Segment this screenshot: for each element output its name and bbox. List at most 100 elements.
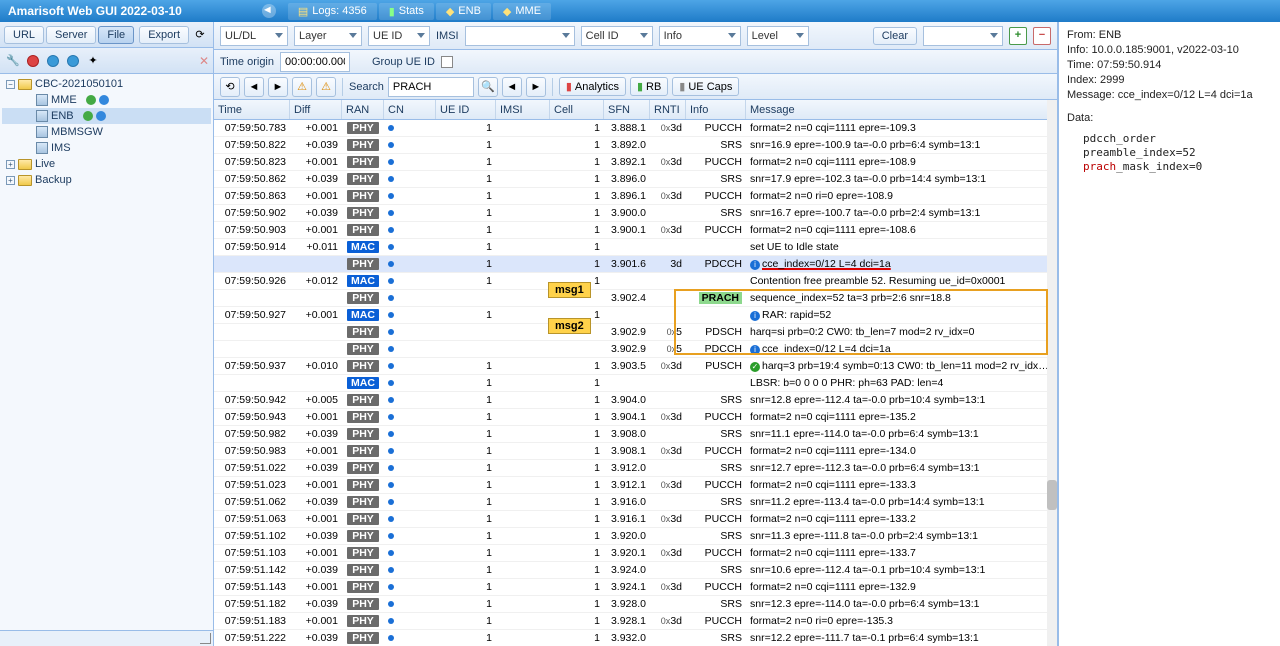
table-row[interactable]: 07:59:50.903+0.001PHY113.900.10x3dPUCCHf… <box>214 222 1057 239</box>
table-row[interactable]: 07:59:51.182+0.039PHY113.928.0SRSsnr=12.… <box>214 596 1057 613</box>
spark-icon[interactable]: ✦ <box>84 52 102 70</box>
warn2-icon[interactable]: ⚠ <box>316 77 336 97</box>
left-scrollbar[interactable] <box>0 630 213 646</box>
tab-url[interactable]: URL <box>4 26 44 44</box>
col-time[interactable]: Time <box>214 100 290 119</box>
detail-info: Info: 10.0.0.185:9001, v2022-03-10 <box>1067 43 1272 58</box>
center-panel: UL/DL Layer UE ID IMSI Cell ID Info Leve… <box>214 22 1058 646</box>
table-row[interactable]: 07:59:50.982+0.039PHY113.908.0SRSsnr=11.… <box>214 426 1057 443</box>
table-row[interactable]: 07:59:51.022+0.039PHY113.912.0SRSsnr=12.… <box>214 460 1057 477</box>
uecaps-button[interactable]: ▮UE Caps <box>672 77 739 96</box>
col-cn[interactable]: CN <box>384 100 436 119</box>
table-row[interactable]: 07:59:51.023+0.001PHY113.912.10x3dPUCCHf… <box>214 477 1057 494</box>
stop-icon[interactable] <box>24 52 42 70</box>
table-row[interactable]: MAC11LBSR: b=0 0 0 0 PHR: ph=63 PAD: len… <box>214 375 1057 392</box>
next-icon[interactable]: ► <box>268 77 288 97</box>
refresh-icon[interactable]: ⟳ <box>191 26 209 44</box>
detail-message: Message: cce_index=0/12 L=4 dci=1a <box>1067 88 1272 103</box>
table-row[interactable]: 07:59:50.983+0.001PHY113.908.10x3dPUCCHf… <box>214 443 1057 460</box>
export-button[interactable]: Export <box>139 26 189 44</box>
tab-stats[interactable]: ▮Stats <box>379 3 434 20</box>
tree-enb[interactable]: ENB <box>2 108 211 124</box>
table-row[interactable]: 07:59:50.927+0.001MAC11iRAR: rapid=52 <box>214 307 1057 324</box>
close-icon[interactable]: ✕ <box>199 54 209 68</box>
filter-imsi[interactable] <box>465 26 575 46</box>
table-row[interactable]: 07:59:50.926+0.012MAC11Contention free p… <box>214 273 1057 290</box>
filter-row-2: Time origin Group UE ID <box>214 50 1057 74</box>
tab-file[interactable]: File <box>98 26 134 44</box>
col-diff[interactable]: Diff <box>290 100 342 119</box>
group-ueid-checkbox[interactable] <box>441 56 453 68</box>
first-icon[interactable]: ⟲ <box>220 77 240 97</box>
table-row[interactable]: 07:59:50.822+0.039PHY113.892.0SRSsnr=16.… <box>214 137 1057 154</box>
table-row[interactable]: 07:59:50.937+0.010PHY113.903.50x3dPUSCH✓… <box>214 358 1057 375</box>
table-row[interactable]: 07:59:50.914+0.011MAC11set UE to Idle st… <box>214 239 1057 256</box>
table-row[interactable]: PHY3.902.90x5PDCCHicce_index=0/12 L=4 dc… <box>214 341 1057 358</box>
rb-button[interactable]: ▮RB <box>630 77 668 96</box>
table-row[interactable]: 07:59:51.062+0.039PHY113.916.0SRSsnr=11.… <box>214 494 1057 511</box>
col-cell[interactable]: Cell <box>550 100 604 119</box>
grid-body: 07:59:50.783+0.001PHY113.888.10x3dPUCCHf… <box>214 120 1057 646</box>
table-row[interactable]: 07:59:51.222+0.039PHY113.932.0SRSsnr=12.… <box>214 630 1057 646</box>
play-icon[interactable] <box>64 52 82 70</box>
table-row[interactable]: 07:59:51.183+0.001PHY113.928.10x3dPUCCHf… <box>214 613 1057 630</box>
tree-live[interactable]: +Live <box>2 156 211 172</box>
filter-info[interactable]: Info <box>659 26 741 46</box>
table-row[interactable]: 07:59:50.942+0.005PHY113.904.0SRSsnr=12.… <box>214 392 1057 409</box>
filter-layer[interactable]: Layer <box>294 26 362 46</box>
col-imsi[interactable]: IMSI <box>496 100 550 119</box>
table-row[interactable]: 07:59:51.063+0.001PHY113.916.10x3dPUCCHf… <box>214 511 1057 528</box>
table-row[interactable]: 07:59:50.823+0.001PHY113.892.10x3dPUCCHf… <box>214 154 1057 171</box>
analytics-button[interactable]: ▮Analytics <box>559 77 626 96</box>
detail-data-label: Data: <box>1067 111 1272 126</box>
table-row[interactable]: 07:59:50.783+0.001PHY113.888.10x3dPUCCHf… <box>214 120 1057 137</box>
table-row[interactable]: 07:59:51.102+0.039PHY113.920.0SRSsnr=11.… <box>214 528 1057 545</box>
tree-ims[interactable]: IMS <box>2 140 211 156</box>
wrench-icon[interactable]: 🔧 <box>4 52 22 70</box>
col-ran[interactable]: RAN <box>342 100 384 119</box>
scroll-thumb[interactable] <box>1047 480 1057 510</box>
clear-button[interactable]: Clear <box>873 27 917 45</box>
tab-logs[interactable]: ▤Logs: 4356 <box>288 3 377 20</box>
tree-mbmsgw[interactable]: MBMSGW <box>2 124 211 140</box>
table-row[interactable]: 07:59:50.902+0.039PHY113.900.0SRSsnr=16.… <box>214 205 1057 222</box>
col-info[interactable]: Info <box>686 100 746 119</box>
remove-filter-button[interactable]: − <box>1033 27 1051 45</box>
table-row[interactable]: 07:59:51.143+0.001PHY113.924.10x3dPUCCHf… <box>214 579 1057 596</box>
tab-server[interactable]: Server <box>46 26 96 44</box>
warn-icon[interactable]: ⚠ <box>292 77 312 97</box>
tab-mme[interactable]: ◆MME <box>493 3 551 20</box>
scroll-track[interactable] <box>1047 100 1057 646</box>
table-row[interactable]: 07:59:51.142+0.039PHY113.924.0SRSsnr=10.… <box>214 562 1057 579</box>
search-go-icon[interactable]: 🔍 <box>478 77 498 97</box>
table-row[interactable]: 07:59:50.943+0.001PHY113.904.10x3dPUCCHf… <box>214 409 1057 426</box>
col-msg[interactable]: Message <box>746 100 1057 119</box>
table-row[interactable]: PHY3.902.90x5PDSCHharq=si prb=0:2 CW0: t… <box>214 324 1057 341</box>
tree-root[interactable]: −CBC-2021050101 <box>2 76 211 92</box>
filter-cellid[interactable]: Cell ID <box>581 26 653 46</box>
search-prev-icon[interactable]: ◄ <box>502 77 522 97</box>
collapse-left-icon[interactable]: ◄ <box>262 4 276 18</box>
saved-filter-combo[interactable] <box>923 26 1003 46</box>
col-ueid[interactable]: UE ID <box>436 100 496 119</box>
table-row[interactable]: 07:59:50.862+0.039PHY113.896.0SRSsnr=17.… <box>214 171 1057 188</box>
search-input[interactable] <box>388 77 474 97</box>
pause-icon[interactable] <box>44 52 62 70</box>
table-row[interactable]: PHY113.901.63dPDCCHicce_index=0/12 L=4 d… <box>214 256 1057 273</box>
table-row[interactable]: 07:59:50.863+0.001PHY113.896.10x3dPUCCHf… <box>214 188 1057 205</box>
col-rnti[interactable]: RNTI <box>650 100 686 119</box>
left-panel: URL Server File Export ⟳ 🔧 ✦ ✕ −CBC-2021… <box>0 22 214 646</box>
tab-enb[interactable]: ◆ENB <box>436 3 491 20</box>
filter-level[interactable]: Level <box>747 26 809 46</box>
search-next-icon[interactable]: ► <box>526 77 546 97</box>
time-origin-input[interactable] <box>280 52 350 72</box>
prev-icon[interactable]: ◄ <box>244 77 264 97</box>
tree-mme[interactable]: MME <box>2 92 211 108</box>
filter-ueid[interactable]: UE ID <box>368 26 430 46</box>
col-sfn[interactable]: SFN <box>604 100 650 119</box>
table-row[interactable]: 07:59:51.103+0.001PHY113.920.10x3dPUCCHf… <box>214 545 1057 562</box>
add-filter-button[interactable]: + <box>1009 27 1027 45</box>
filter-uldl[interactable]: UL/DL <box>220 26 288 46</box>
table-row[interactable]: PHY3.902.4PRACHsequence_index=52 ta=3 pr… <box>214 290 1057 307</box>
tree-backup[interactable]: +Backup <box>2 172 211 188</box>
